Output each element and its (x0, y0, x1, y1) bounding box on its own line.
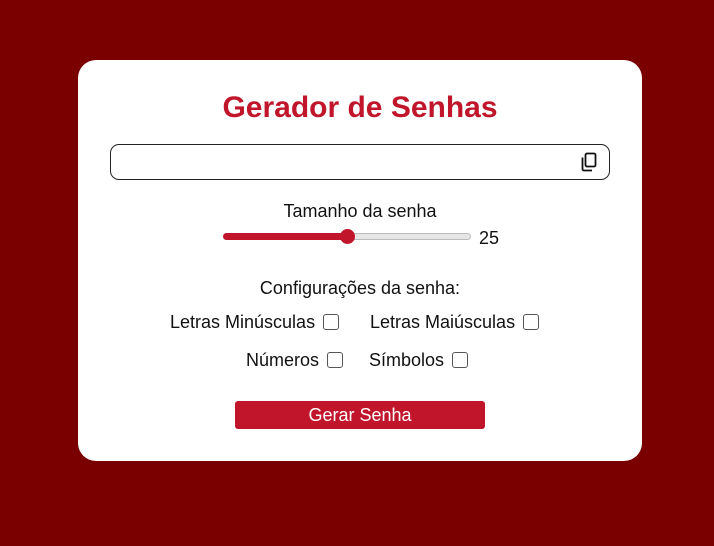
option-uppercase-label: Letras Maiúsculas (370, 312, 516, 332)
option-numbers-label: Números (246, 350, 320, 370)
option-lowercase[interactable]: Letras Minúsculas (170, 311, 340, 333)
length-value: 25 (479, 228, 500, 248)
password-field[interactable] (110, 144, 610, 180)
option-symbols-label: Símbolos (369, 350, 445, 370)
option-numbers[interactable]: Números (246, 349, 344, 371)
generate-password-button[interactable]: Gerar Senha (235, 401, 485, 429)
length-slider[interactable] (223, 228, 473, 248)
copy-icon[interactable] (579, 152, 599, 172)
slider-thumb[interactable] (340, 229, 355, 244)
slider-fill (223, 233, 347, 240)
numbers-checkbox[interactable] (327, 352, 344, 368)
generator-card: Gerador de Senhas Tamanho da senha 25 Co… (78, 60, 642, 461)
uppercase-checkbox[interactable] (523, 314, 540, 330)
page-title: Gerador de Senhas (222, 91, 498, 124)
symbols-checkbox[interactable] (452, 352, 469, 368)
option-lowercase-label: Letras Minúsculas (170, 312, 316, 332)
password-output[interactable] (119, 149, 569, 175)
length-label: Tamanho da senha (283, 201, 437, 221)
config-label: Configurações da senha: (259, 278, 461, 298)
option-symbols[interactable]: Símbolos (369, 349, 469, 371)
option-uppercase[interactable]: Letras Maiúsculas (370, 311, 540, 333)
lowercase-checkbox[interactable] (323, 314, 340, 330)
